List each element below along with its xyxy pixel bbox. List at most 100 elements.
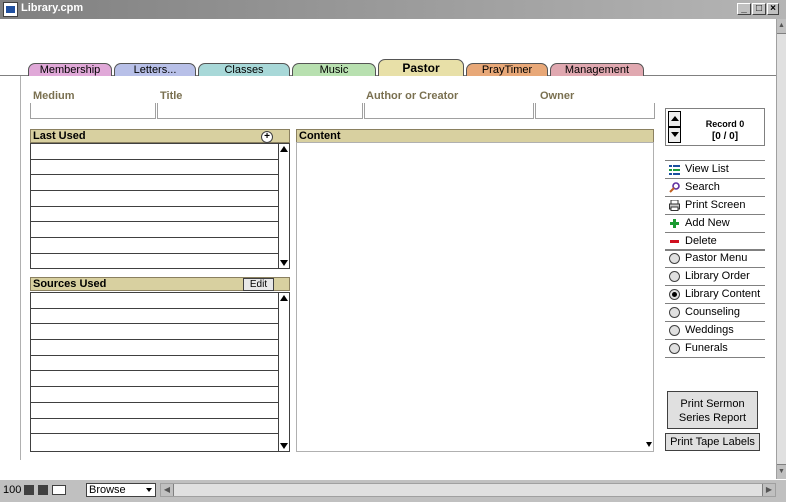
last-used-list[interactable]: [30, 143, 279, 269]
tab-classes[interactable]: Classes: [198, 63, 290, 76]
list-item[interactable]: [31, 356, 278, 372]
radio-circle-icon: [669, 325, 680, 336]
list-item[interactable]: [31, 207, 278, 223]
medium-field[interactable]: [30, 103, 156, 119]
button-label-line1: Print Sermon: [680, 398, 745, 410]
search-label: Search: [685, 181, 720, 193]
scroll-down-icon[interactable]: [280, 443, 288, 449]
list-item[interactable]: [31, 222, 278, 239]
add-last-used-button[interactable]: +: [261, 131, 273, 143]
edit-sources-button[interactable]: Edit: [243, 278, 274, 291]
radio-library-content[interactable]: Library Content: [665, 286, 765, 304]
tab-praytimer[interactable]: PrayTimer: [466, 63, 548, 76]
scroll-left-icon[interactable]: ◀: [161, 484, 174, 496]
radio-weddings[interactable]: Weddings: [665, 322, 765, 340]
radio-label: Funerals: [685, 342, 728, 354]
radio-label: Counseling: [685, 306, 741, 318]
delete-label: Delete: [685, 235, 717, 247]
zoom-in-icon[interactable]: [38, 485, 48, 495]
plus-icon: [670, 219, 679, 228]
title-field[interactable]: [157, 103, 363, 119]
tab-label: Letters...: [133, 64, 177, 76]
content-dropdown-icon[interactable]: [646, 442, 652, 447]
add-new-button[interactable]: Add New: [665, 215, 765, 233]
minus-icon: [670, 240, 679, 243]
tab-letters[interactable]: Letters...: [114, 63, 196, 76]
plus-icon: +: [264, 131, 270, 142]
scroll-down-icon[interactable]: ▼: [777, 464, 786, 479]
print-screen-label: Print Screen: [685, 199, 746, 211]
list-item[interactable]: [31, 371, 278, 388]
last-used-title: Last Used: [33, 130, 86, 142]
scroll-right-icon[interactable]: ▶: [762, 484, 775, 496]
record-navigator: Record 0 [0 / 0]: [665, 108, 765, 146]
search-button[interactable]: Search: [665, 179, 765, 197]
minimize-button[interactable]: _: [737, 3, 751, 15]
next-record-button[interactable]: [668, 127, 681, 143]
list-item[interactable]: [31, 175, 278, 192]
radio-pastor-menu[interactable]: Pastor Menu: [665, 250, 765, 268]
window-vertical-scrollbar[interactable]: ▲ ▼: [776, 19, 786, 479]
owner-field[interactable]: [535, 103, 655, 119]
tab-management[interactable]: Management: [550, 63, 644, 76]
list-item[interactable]: [31, 403, 278, 419]
close-button[interactable]: ×: [767, 3, 779, 15]
chevron-down-icon: [146, 488, 152, 492]
radio-label: Library Content: [685, 288, 761, 300]
print-sermon-series-report-button[interactable]: Print Sermon Series Report: [667, 391, 758, 429]
view-list-button[interactable]: View List: [665, 161, 765, 179]
record-label: Record 0: [705, 119, 745, 129]
radio-funerals[interactable]: Funerals: [665, 340, 765, 358]
radio-circle-icon: [669, 343, 680, 354]
list-item[interactable]: [31, 340, 278, 356]
horizontal-scrollbar[interactable]: ◀ ▶: [160, 483, 776, 497]
list-item[interactable]: [31, 309, 278, 325]
tab-music[interactable]: Music: [292, 63, 376, 76]
last-used-scrollbar[interactable]: [279, 143, 290, 269]
list-item[interactable]: [31, 419, 278, 435]
last-used-header: Last Used: [30, 129, 290, 143]
radio-label: Library Order: [685, 270, 750, 282]
radio-counseling[interactable]: Counseling: [665, 304, 765, 322]
sources-used-list[interactable]: [30, 292, 279, 452]
scroll-up-icon[interactable]: ▲: [777, 19, 786, 34]
zoom-level[interactable]: 100: [3, 484, 21, 496]
status-bar: 100 Browse ◀ ▶: [0, 479, 786, 502]
title-bar[interactable]: Library.cpm _ □ ×: [0, 0, 786, 19]
sources-used-scrollbar[interactable]: [279, 292, 290, 452]
list-item[interactable]: [31, 160, 278, 176]
list-item[interactable]: [31, 144, 278, 160]
radio-library-order[interactable]: Library Order: [665, 268, 765, 286]
scroll-down-icon[interactable]: [280, 260, 288, 266]
mode-select[interactable]: Browse: [86, 483, 156, 497]
tab-label: Music: [319, 64, 349, 76]
owner-label: Owner: [540, 90, 575, 102]
print-screen-button[interactable]: Print Screen: [665, 197, 765, 215]
list-item[interactable]: [31, 238, 278, 254]
previous-record-button[interactable]: [668, 111, 681, 127]
tab-label: Pastor: [402, 61, 440, 75]
radio-circle-icon: [669, 271, 680, 282]
list-item[interactable]: [31, 191, 278, 207]
tab-label: Management: [564, 64, 630, 76]
list-item[interactable]: [31, 324, 278, 341]
scroll-up-icon[interactable]: [280, 295, 288, 301]
zoom-out-icon[interactable]: [24, 485, 34, 495]
content-header: Content: [296, 129, 654, 143]
tab-pastor[interactable]: Pastor: [378, 59, 464, 76]
content-textarea[interactable]: [296, 142, 654, 452]
scroll-up-icon[interactable]: [280, 146, 288, 152]
list-item[interactable]: [31, 387, 278, 403]
list-item[interactable]: [31, 293, 278, 309]
printer-icon: [669, 200, 680, 211]
tab-membership[interactable]: Membership: [28, 63, 112, 76]
print-tape-labels-button[interactable]: Print Tape Labels: [665, 433, 760, 451]
tab-label: PrayTimer: [481, 64, 533, 76]
status-area-toggle-icon[interactable]: [52, 485, 66, 495]
maximize-button[interactable]: □: [752, 3, 766, 15]
radio-circle-icon: [669, 253, 680, 264]
title-label: Title: [160, 90, 183, 102]
author-field[interactable]: [364, 103, 534, 119]
medium-label: Medium: [33, 90, 75, 102]
button-label-line2: Series Report: [678, 412, 747, 424]
